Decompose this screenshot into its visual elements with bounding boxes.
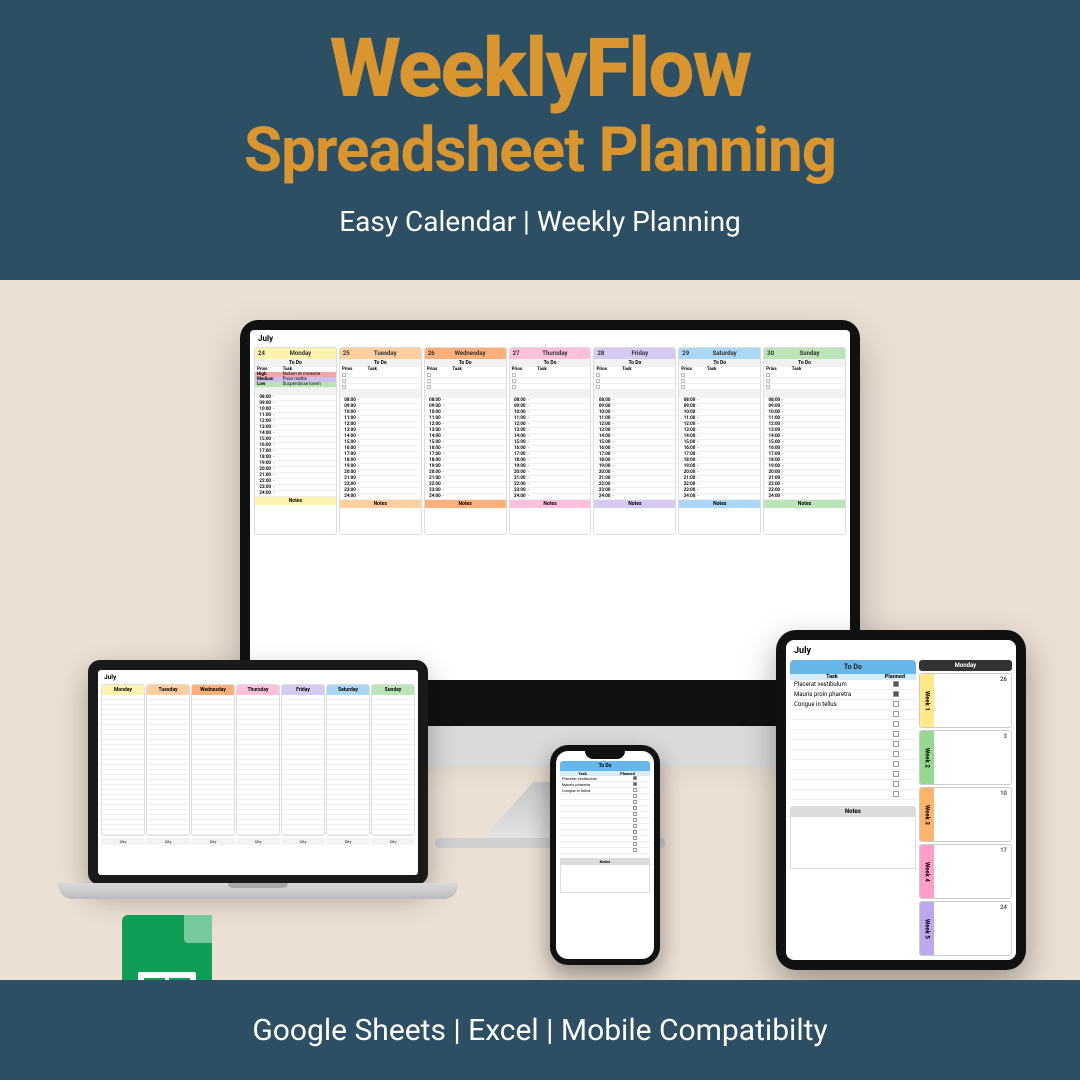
day-column: 27ThursdayTo DoPriosTask 08:00-09:00-10:… [509,347,592,535]
ipad-mockup: July To Do Task Planned Placerat vestibu… [776,630,1026,970]
iphone-spreadsheet: To Do Task Planned Placerat vestibulumMa… [556,751,654,897]
day-column: Saturday [326,684,370,836]
ipad-month-title: July [786,640,1016,660]
day-column: Thursday [236,684,280,836]
day-column: 28FridayTo DoPriosTask 08:00-09:00-10:00… [593,347,676,535]
ipad-todo-header: To Do [790,660,916,674]
day-column: Friday [281,684,325,836]
iphone-mockup: To Do Task Planned Placerat vestibulumMa… [550,745,660,965]
day-column: 24MondayTo DoPriosTaskHighNullam et mole… [254,347,337,535]
device-showcase: July 24MondayTo DoPriosTaskHighNullam et… [0,280,1080,980]
week-block: Week 126 [919,673,1012,728]
top-banner: WeeklyFlow Spreadsheet Planning Easy Cal… [0,0,1080,280]
task-row: Congue in tellus [790,700,916,710]
day-column: Wednesday [191,684,235,836]
week-block: Week 23 [919,730,1012,785]
week-block: Week 417 [919,844,1012,899]
product-subtitle: Spreadsheet Planning [0,114,1080,187]
week-block: Week 310 [919,787,1012,842]
week-block: Week 524 [919,901,1012,956]
laptop-mockup: July MondayTuesdayWednesdayThursdayFrida… [58,660,458,940]
day-column: 26WednesdayTo DoPriosTask 08:00-09:00-10… [424,347,507,535]
day-column: Sunday [371,684,415,836]
compatibility-text: Google Sheets | Excel | Mobile Compatibi… [252,1013,827,1048]
day-column: Tuesday [146,684,190,836]
imac-month-title: July [250,330,850,347]
iphone-todo-header: To Do [560,761,650,771]
day-column: 25TuesdayTo DoPriosTask 08:00-09:00-10:0… [339,347,422,535]
task-row: Mauris proin pharetra [790,690,916,700]
iphone-notes-body [560,865,650,893]
bottom-banner: Google Sheets | Excel | Mobile Compatibi… [0,980,1080,1080]
day-column: 29SaturdayTo DoPriosTask 08:00-09:00-10:… [678,347,761,535]
imac-spreadsheet: July 24MondayTo DoPriosTaskHighNullam et… [250,330,850,535]
ipad-month-col-header: Monday [919,660,1012,671]
laptop-spreadsheet: July MondayTuesdayWednesdayThursdayFrida… [98,670,418,845]
laptop-month-title: July [98,670,418,684]
task-row: Placerat vestibulum [790,680,916,690]
ipad-spreadsheet: July To Do Task Planned Placerat vestibu… [786,640,1016,960]
day-column: 30SundayTo DoPriosTask 08:00-09:00-10:00… [763,347,846,535]
product-tagline: Easy Calendar | Weekly Planning [0,205,1080,238]
product-title: WeeklyFlow [0,28,1080,110]
iphone-notes-header: Notes [560,858,650,865]
ipad-notes-header: Notes [790,806,916,817]
ipad-notes-body [790,817,916,869]
day-column: Monday [101,684,145,836]
